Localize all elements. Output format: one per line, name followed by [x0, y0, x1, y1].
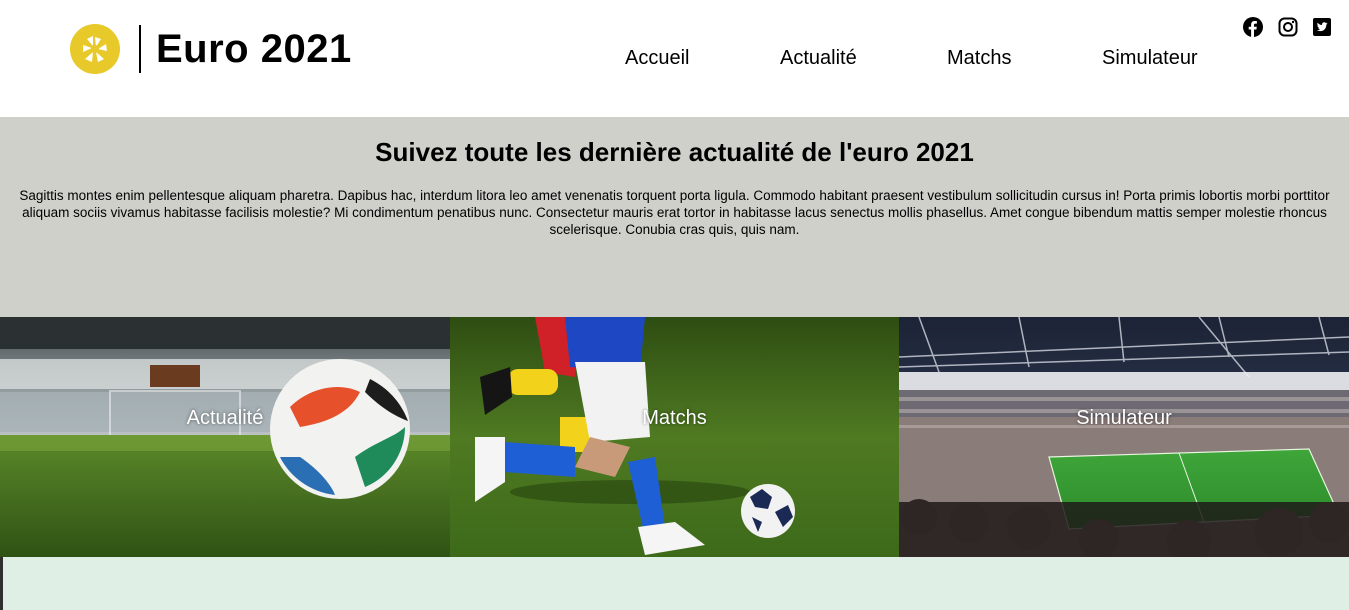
intro-title: Suivez toute les dernière actualité de l…: [375, 137, 974, 167]
footer-section: [0, 557, 1349, 610]
card-matchs[interactable]: Matchs: [450, 317, 899, 557]
main-nav: Accueil Actualité Matchs Simulateur: [0, 45, 1349, 71]
card-label-simulateur: Simulateur: [1076, 407, 1172, 429]
category-cards: Actualité Matchs Simulateur: [0, 317, 1349, 557]
nav-item-accueil[interactable]: Accueil: [625, 45, 689, 71]
card-label-matchs: Matchs: [642, 407, 707, 429]
football-on-grass-photo: [0, 317, 450, 557]
nav-item-simulateur[interactable]: Simulateur: [1102, 45, 1198, 71]
twitter-icon[interactable]: [1312, 17, 1332, 37]
players-kicking-ball-photo: [450, 317, 899, 557]
site-header: Euro 2021 Accueil Actualité Matchs Simul…: [0, 0, 1349, 117]
nav-item-actualite[interactable]: Actualité: [780, 45, 857, 71]
instagram-icon[interactable]: [1278, 17, 1298, 37]
nav-item-matchs[interactable]: Matchs: [947, 45, 1011, 71]
card-label-actualite: Actualité: [186, 407, 264, 429]
card-simulateur[interactable]: Simulateur: [899, 317, 1349, 557]
facebook-icon[interactable]: [1243, 17, 1263, 37]
footer-edge: [0, 557, 3, 610]
intro-section: Suivez toute les dernière actualité de l…: [0, 117, 1349, 317]
intro-text: Sagittis montes enim pellentesque aliqua…: [19, 188, 1330, 237]
stadium-crowd-photo: [899, 317, 1349, 557]
card-actualite[interactable]: Actualité: [0, 317, 450, 557]
